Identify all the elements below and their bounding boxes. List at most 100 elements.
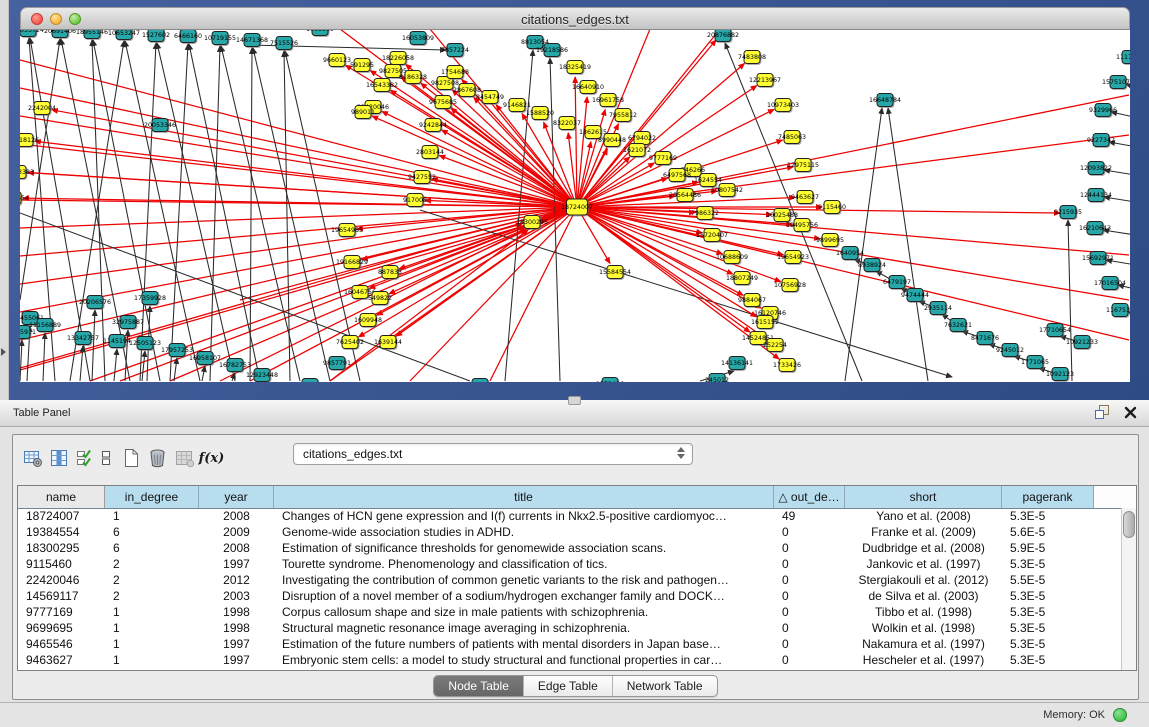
network-node[interactable]: 245012 <box>705 374 729 383</box>
network-node[interactable]: 16053809 <box>402 32 434 45</box>
network-node[interactable]: 2935114 <box>924 302 952 315</box>
network-node[interactable]: 15751074 <box>1102 76 1130 89</box>
network-node[interactable]: 9245012 <box>996 344 1024 357</box>
import-table-icon[interactable] <box>171 445 198 471</box>
network-node[interactable]: 7485063 <box>778 131 806 144</box>
network-node[interactable]: 9115460 <box>818 201 846 214</box>
delete-table-icon[interactable] <box>144 445 171 471</box>
network-node[interactable]: 12213383 <box>20 166 34 179</box>
network-node[interactable]: 17359928 <box>134 292 166 305</box>
column-header-name[interactable]: name <box>18 486 105 508</box>
network-node[interactable]: 7483808 <box>738 51 766 64</box>
network-node[interactable]: 1640954 <box>836 247 864 260</box>
network-node[interactable]: 12093822 <box>1080 162 1112 175</box>
network-window-titlebar[interactable]: citations_edges.txt <box>20 7 1130 30</box>
network-node[interactable]: 6466160 <box>174 30 202 43</box>
network-node[interactable]: 7515526 <box>270 37 298 50</box>
network-node[interactable]: 9329966 <box>1089 104 1117 117</box>
network-node[interactable]: 9463627 <box>791 191 819 204</box>
table-selector[interactable]: citations_edges.txt <box>293 443 693 465</box>
scrollbar-thumb[interactable] <box>1123 511 1135 538</box>
network-node[interactable]: 7857224 <box>441 44 469 57</box>
network-node[interactable]: 14136141 <box>721 357 753 370</box>
network-node[interactable]: 9675685 <box>429 96 457 109</box>
network-node[interactable]: 16648784 <box>869 94 901 107</box>
network-node[interactable]: 1609948 <box>354 314 382 327</box>
table-row[interactable]: 946554611997Estimation of the future num… <box>18 636 1121 652</box>
network-node[interactable]: 9215935 <box>1054 206 1082 219</box>
network-canvas[interactable]: 140557242069140618955146106532471527602 6… <box>20 30 1130 382</box>
network-node[interactable]: 18226058 <box>382 52 414 65</box>
table-row[interactable]: 977716911998Corpus callosum shape and si… <box>18 604 1121 620</box>
network-node[interactable]: 10688609 <box>716 251 748 264</box>
network-node[interactable]: 19654985 <box>331 224 363 237</box>
table-row[interactable]: 1456911722003Disruption of a novel membe… <box>18 588 1121 604</box>
network-node[interactable]: 9227342 <box>1087 134 1115 147</box>
tab-network-table[interactable]: Network Table <box>613 676 717 696</box>
show-columns-icon[interactable] <box>46 445 73 471</box>
network-node[interactable]: 10719155 <box>204 32 236 45</box>
network-node[interactable]: 19495756 <box>786 219 818 232</box>
network-node[interactable]: 1527602 <box>142 30 170 42</box>
network-node[interactable]: 1733426 <box>773 359 801 372</box>
network-node[interactable]: 10973403 <box>767 99 799 112</box>
tab-node-table[interactable]: Node Table <box>434 676 524 696</box>
network-node[interactable]: 14671368 <box>236 34 268 47</box>
network-node[interactable]: 20564486 <box>669 189 701 202</box>
network-node[interactable]: 2803144 <box>416 146 444 159</box>
tab-edge-table[interactable]: Edge Table <box>524 676 613 696</box>
splitter-grip[interactable] <box>568 396 581 405</box>
column-header-title[interactable]: title <box>274 486 774 508</box>
network-node[interactable]: 9427552 <box>408 171 436 184</box>
table-row[interactable]: 1938455462009Genome-wide association stu… <box>18 524 1121 540</box>
network-node[interactable]: 12444134 <box>1080 189 1112 202</box>
network-node[interactable]: 8938924 <box>858 259 886 272</box>
network-node[interactable]: 18325419 <box>559 61 591 74</box>
network-node[interactable]: 16782753 <box>219 359 251 372</box>
network-node[interactable]: 12213967 <box>749 74 781 87</box>
network-node[interactable]: 7625402 <box>336 336 364 349</box>
column-header-year[interactable]: year <box>199 486 274 508</box>
network-node[interactable]: 12923448 <box>246 369 278 382</box>
memory-status-icon[interactable] <box>1113 708 1127 722</box>
table-row[interactable]: 2242004622012Investigating the contribut… <box>18 572 1121 588</box>
network-node[interactable]: 10653247 <box>108 30 140 40</box>
network-node[interactable]: 18955146 <box>76 30 108 39</box>
table-options-icon[interactable] <box>19 445 46 471</box>
network-node[interactable]: 14055724 <box>20 30 44 37</box>
network-node[interactable]: 17016504 <box>1094 277 1126 290</box>
network-node[interactable]: 2242004 <box>28 102 56 115</box>
float-panel-icon[interactable] <box>1095 405 1110 419</box>
column-header-in_degree[interactable]: in_degree <box>105 486 199 508</box>
network-node[interactable]: 16640910 <box>572 81 604 94</box>
network-node[interactable]: 9777169 <box>649 152 677 165</box>
network-node[interactable]: 1092123 <box>1046 368 1074 381</box>
network-node[interactable]: 1093319 <box>306 30 334 36</box>
network-node[interactable]: 15720407 <box>696 229 728 242</box>
column-header-out_degree[interactable]: △ out_de… <box>774 486 845 508</box>
column-header-pagerank[interactable]: pagerank <box>1002 486 1094 508</box>
network-node[interactable]: 8471676 <box>971 332 999 345</box>
network-node[interactable]: 20691406 <box>44 30 76 38</box>
select-rows-icon[interactable] <box>73 445 95 471</box>
table-row[interactable]: 1830029562008Estimation of significance … <box>18 540 1121 556</box>
network-node[interactable]: 18107554 <box>20 192 29 205</box>
function-builder-icon[interactable]: f(x) <box>198 445 225 471</box>
table-row[interactable]: 946362711997Embryonic stem cells: a mode… <box>18 652 1121 668</box>
close-panel-icon[interactable] <box>1124 406 1137 419</box>
network-node[interactable]: 12505123 <box>129 337 161 350</box>
network-node[interactable]: 9899695 <box>816 234 844 247</box>
network-node[interactable]: 1753426 <box>596 378 624 383</box>
network-node[interactable]: 9660123 <box>323 54 351 67</box>
panel-expand-icon[interactable] <box>1 348 6 356</box>
vertical-scrollbar[interactable] <box>1121 508 1136 670</box>
table-row[interactable]: 969969511998Structural magnetic resonanc… <box>18 620 1121 636</box>
column-header-short[interactable]: short <box>845 486 1002 508</box>
network-node[interactable]: 7632621 <box>944 319 972 332</box>
table-row[interactable]: 911546021997Tourette syndrome. Phenomeno… <box>18 556 1121 572</box>
network-node[interactable]: 12975115 <box>787 159 819 172</box>
table-row[interactable]: 1872400712008Changes of HCN gene express… <box>18 508 1121 524</box>
row-mode-icon[interactable] <box>95 445 117 471</box>
network-node[interactable]: 8322037 <box>553 117 581 130</box>
network-node[interactable]: 1167533 <box>1106 304 1130 317</box>
